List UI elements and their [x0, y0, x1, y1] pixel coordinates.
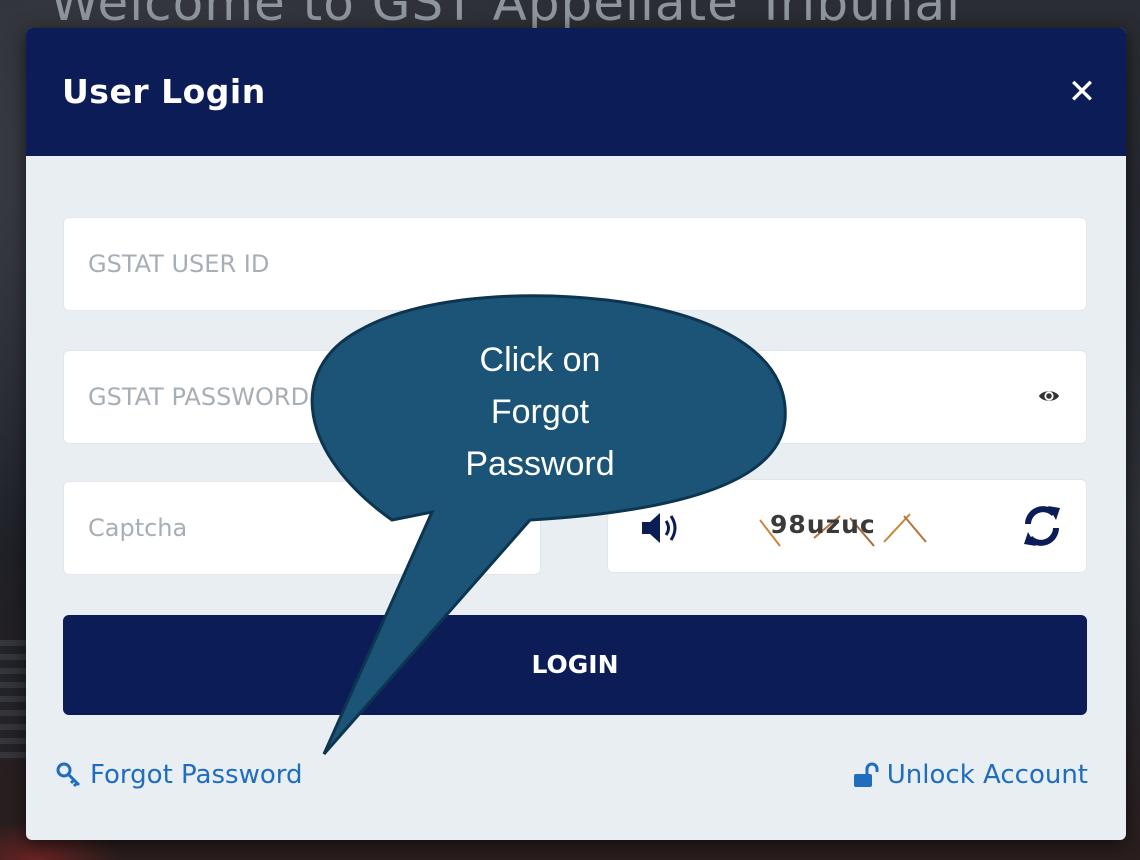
background-decoration	[0, 640, 28, 760]
captcha-text: 98uzuc	[770, 510, 876, 539]
user-id-field[interactable]	[63, 217, 1087, 311]
captcha-image: 98uzuc	[754, 502, 944, 552]
unlock-account-link[interactable]: Unlock Account	[853, 760, 1088, 790]
captcha-field[interactable]	[63, 481, 541, 575]
close-button[interactable]: ✕	[1064, 74, 1100, 110]
unlock-account-label: Unlock Account	[886, 760, 1088, 790]
forgot-password-link[interactable]: Forgot Password	[56, 760, 302, 790]
callout-line-3: Password	[465, 445, 615, 483]
speaker-icon[interactable]	[638, 508, 688, 548]
modal-title: User Login	[62, 72, 266, 111]
captcha-input[interactable]	[64, 482, 540, 574]
modal-header: User Login ✕	[26, 28, 1126, 156]
callout-text: Click on Forgot Password	[400, 334, 680, 490]
key-icon	[56, 762, 81, 788]
login-button[interactable]: LOGIN	[63, 615, 1087, 715]
unlock-icon	[853, 762, 879, 787]
user-id-input[interactable]	[64, 218, 1086, 310]
callout-line-1: Click on	[479, 341, 601, 379]
eye-icon[interactable]	[1038, 385, 1060, 407]
callout-line-2: Forgot	[490, 393, 590, 431]
captcha-panel: 98uzuc	[607, 479, 1087, 573]
refresh-icon[interactable]	[1022, 504, 1062, 548]
forgot-password-label: Forgot Password	[90, 760, 303, 790]
close-icon: ✕	[1067, 72, 1097, 112]
